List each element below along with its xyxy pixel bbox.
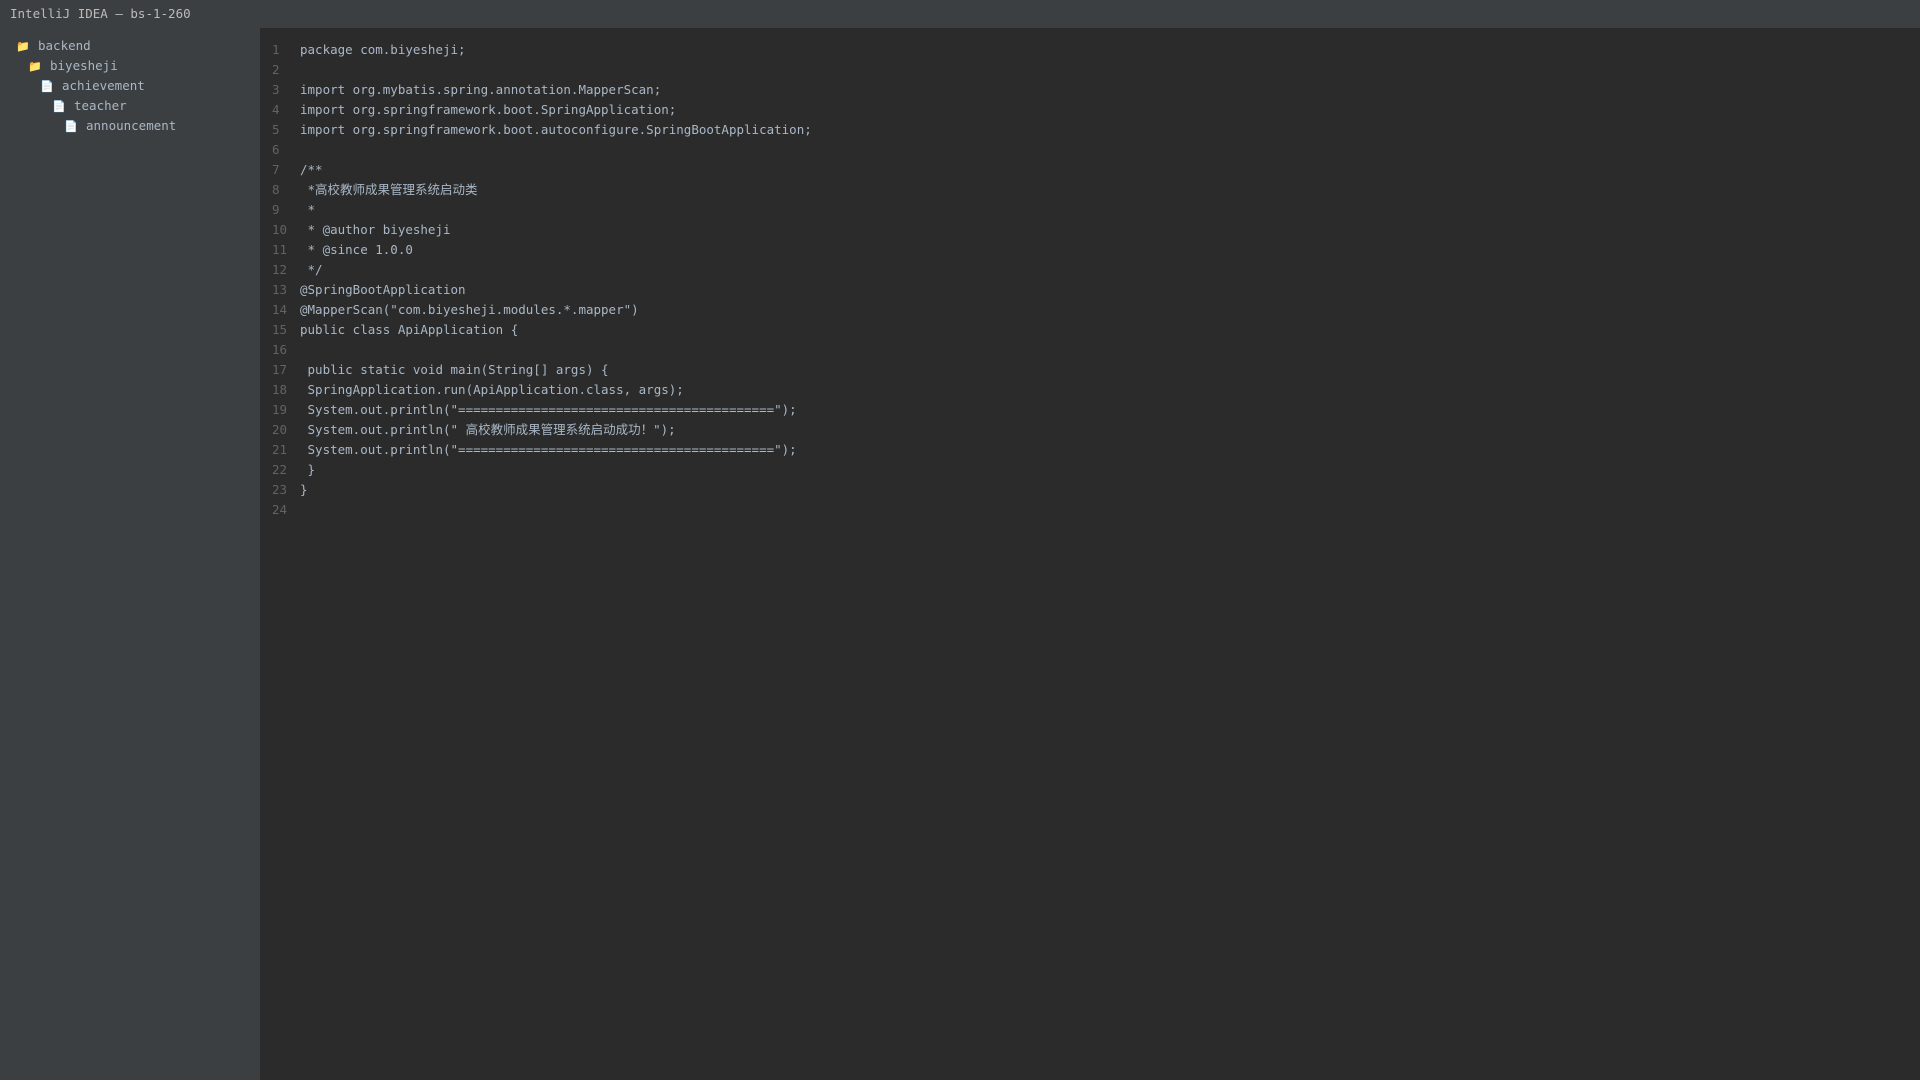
code-line[interactable]: 10 * @author biyesheji	[260, 220, 1920, 240]
code-line[interactable]: 7 /**	[260, 160, 1920, 180]
code-line[interactable]: 13 @SpringBootApplication	[260, 280, 1920, 300]
code-line[interactable]: 23}	[260, 480, 1920, 500]
code-text: SpringApplication.run(ApiApplication.cla…	[300, 382, 684, 397]
line-number: 18	[272, 382, 288, 397]
tree-item-biyesheji[interactable]: 📁 biyesheji	[0, 56, 260, 76]
code-editor[interactable]: 1 package com.biyesheji; 2 3 import org.myba…	[260, 28, 1920, 1080]
code-text: *高校教师成果管理系统启动类	[300, 182, 478, 197]
code-line[interactable]: 22 }	[260, 460, 1920, 480]
line-number: 19	[272, 402, 288, 417]
code-line[interactable]: 3 import org.mybatis.spring.annotation.Ma…	[260, 80, 1920, 100]
code-line[interactable]: 4 import org.springframework.boot.SpringA…	[260, 100, 1920, 120]
code-text: System.out.println("====================…	[300, 402, 797, 417]
code-line[interactable]: 8 *高校教师成果管理系统启动类	[260, 180, 1920, 200]
file-icon: 📄	[40, 80, 54, 93]
line-number: 9	[272, 202, 280, 217]
tree-item-achievement[interactable]: 📄 achievement	[0, 76, 260, 96]
code-line[interactable]: 18 SpringApplication.run(ApiApplication.…	[260, 380, 1920, 400]
code-line[interactable]: 11 * @since 1.0.0	[260, 240, 1920, 260]
window-title-bar: IntelliJ IDEA — bs-1-260	[0, 0, 1920, 28]
code-line[interactable]: 6	[260, 140, 1920, 160]
line-number: 8	[272, 182, 280, 197]
code-text: }	[300, 462, 316, 477]
code-text: public class ApiApplication {	[300, 322, 519, 337]
window-title: IntelliJ IDEA — bs-1-260	[10, 6, 191, 21]
line-number: 23	[272, 482, 288, 497]
line-number: 15	[272, 322, 288, 337]
line-number: 6	[272, 142, 280, 157]
line-number: 4	[272, 102, 280, 117]
code-text: System.out.println(" 高校教师成果管理系统启动成功！");	[300, 422, 676, 437]
tree-item-label: biyesheji	[50, 58, 118, 73]
code-text: }	[300, 482, 308, 497]
folder-icon: 📁	[16, 40, 30, 53]
line-number: 1	[272, 42, 280, 57]
line-number: 12	[272, 262, 288, 277]
line-number: 21	[272, 442, 288, 457]
tree-item-label: achievement	[62, 78, 145, 93]
code-text: package com.biyesheji;	[300, 42, 466, 57]
code-line[interactable]: 1 package com.biyesheji;	[260, 40, 1920, 60]
line-number: 22	[272, 462, 288, 477]
line-number: 14	[272, 302, 288, 317]
tree-item-announcement[interactable]: 📄 announcement	[0, 116, 260, 136]
file-icon: 📄	[52, 100, 66, 113]
code-line[interactable]: 5 import org.springframework.boot.autocon…	[260, 120, 1920, 140]
tree-item-teacher[interactable]: 📄 teacher	[0, 96, 260, 116]
line-number: 16	[272, 342, 288, 357]
ide-window: IntelliJ IDEA — bs-1-260 📁 backend 📁 biyesh…	[0, 0, 1920, 1080]
code-text: import org.springframework.boot.autoconf…	[300, 122, 812, 137]
code-line[interactable]: 19 System.out.println("=================…	[260, 400, 1920, 420]
code-text: */	[300, 262, 323, 277]
code-text: * @since 1.0.0	[300, 242, 413, 257]
code-line[interactable]: 15 public class ApiApplication {	[260, 320, 1920, 340]
file-icon: 📄	[64, 120, 78, 133]
code-line[interactable]: 17 public static void main(String[] args…	[260, 360, 1920, 380]
code-text: public static void main(String[] args) {	[300, 362, 609, 377]
code-line[interactable]: 16	[260, 340, 1920, 360]
line-number: 7	[272, 162, 280, 177]
line-number: 11	[272, 242, 288, 257]
folder-icon: 📁	[28, 60, 42, 73]
code-line[interactable]: 2	[260, 60, 1920, 80]
line-number: 17	[272, 362, 288, 377]
code-text: *	[300, 202, 316, 217]
tree-item-label: announcement	[86, 118, 177, 133]
code-line[interactable]: 12 */	[260, 260, 1920, 280]
line-number: 3	[272, 82, 280, 97]
code-line[interactable]: 14 @MapperScan("com.biyesheji.modules.*.m…	[260, 300, 1920, 320]
code-text: import org.mybatis.spring.annotation.Map…	[300, 82, 662, 97]
code-text: @SpringBootApplication	[300, 282, 466, 297]
line-number: 24	[272, 502, 288, 517]
code-line[interactable]: 9 *	[260, 200, 1920, 220]
line-number: 2	[272, 62, 280, 77]
code-text: System.out.println("====================…	[300, 442, 797, 457]
code-text: /**	[300, 162, 323, 177]
line-number: 10	[272, 222, 288, 237]
line-number: 13	[272, 282, 288, 297]
code-text: * @author biyesheji	[300, 222, 451, 237]
code-text: import org.springframework.boot.SpringAp…	[300, 102, 677, 117]
tree-item-label: teacher	[74, 98, 127, 113]
code-line[interactable]: 21 System.out.println("=================…	[260, 440, 1920, 460]
code-line[interactable]: 24	[260, 500, 1920, 520]
tree-item-label: backend	[38, 38, 91, 53]
code-line[interactable]: 20 System.out.println(" 高校教师成果管理系统启动成功！"…	[260, 420, 1920, 440]
project-tree: 📁 backend 📁 biyesheji 📄 achievement 📄 teacher 📄 a…	[0, 28, 260, 1080]
code-text: @MapperScan("com.biyesheji.modules.*.map…	[300, 302, 639, 317]
tree-item-backend[interactable]: 📁 backend	[0, 36, 260, 56]
line-number: 20	[272, 422, 288, 437]
line-number: 5	[272, 122, 280, 137]
